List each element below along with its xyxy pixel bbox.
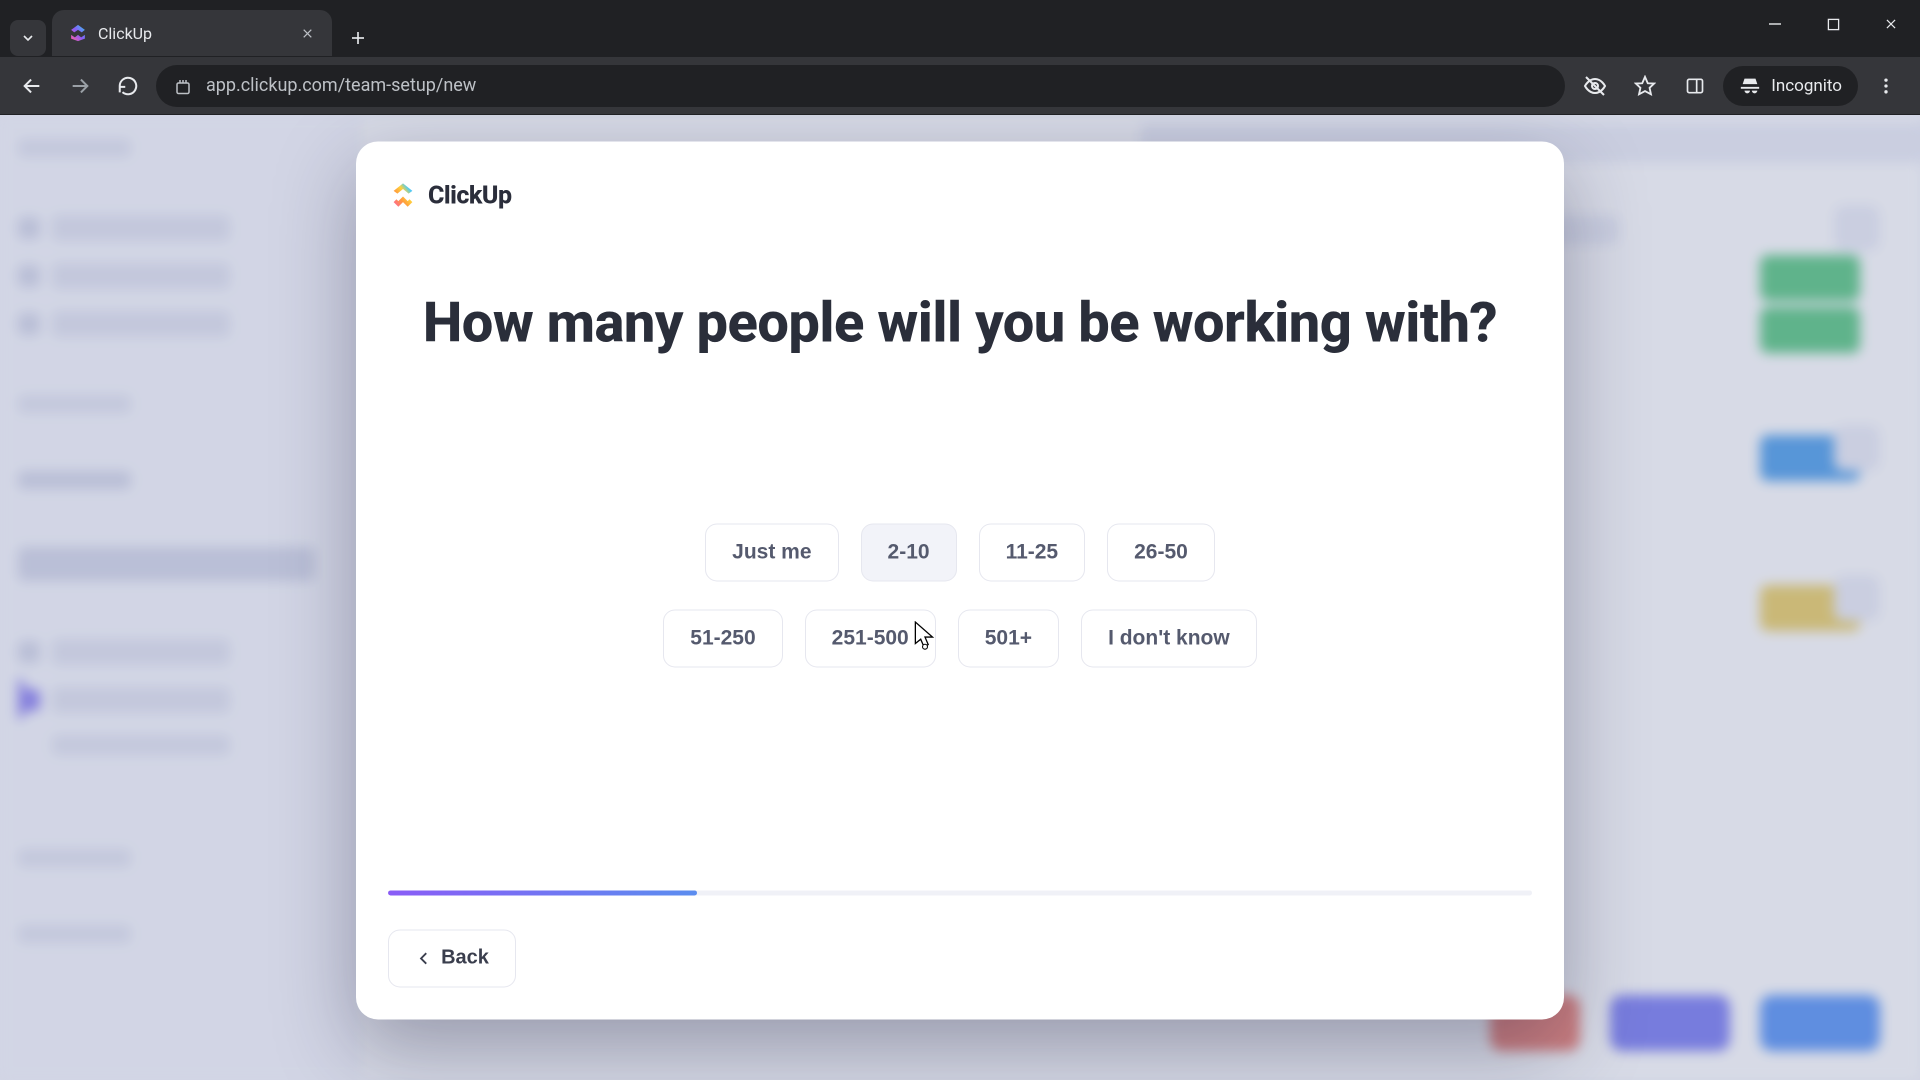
incognito-indicator[interactable]: Incognito (1723, 66, 1858, 106)
nav-back-button[interactable] (12, 66, 52, 106)
tab-close-button[interactable] (298, 24, 316, 42)
plus-icon (349, 29, 367, 47)
option-26-50[interactable]: 26-50 (1107, 523, 1215, 581)
progress-fill (388, 890, 697, 895)
onboarding-progress (388, 890, 1532, 895)
option-2-10[interactable]: 2-10 (861, 523, 957, 581)
incognito-label: Incognito (1771, 76, 1842, 96)
app-viewport: ClickUp How many people will you be work… (0, 115, 1920, 1080)
third-party-cookies-button[interactable] (1573, 64, 1617, 108)
window-close-button[interactable] (1862, 0, 1920, 48)
brand-name: ClickUp (428, 181, 512, 210)
window-minimize-button[interactable] (1746, 0, 1804, 48)
chevron-down-icon (20, 30, 36, 46)
clickup-logo: ClickUp (388, 181, 1532, 211)
clickup-logomark-icon (388, 181, 418, 211)
back-label: Back (441, 946, 489, 969)
clickup-favicon-icon (68, 23, 88, 43)
browser-toolbar: app.clickup.com/team-setup/new Incognito (0, 56, 1920, 114)
browser-menu-button[interactable] (1864, 64, 1908, 108)
option-51-250[interactable]: 51-250 (663, 609, 782, 667)
nav-forward-button[interactable] (60, 66, 100, 106)
onboarding-modal: ClickUp How many people will you be work… (356, 141, 1564, 1019)
browser-tab[interactable]: ClickUp (52, 10, 332, 56)
arrow-left-icon (21, 75, 43, 97)
close-icon (1884, 17, 1898, 31)
star-icon (1634, 75, 1656, 97)
back-button[interactable]: Back (388, 929, 516, 987)
option-501-plus[interactable]: 501+ (958, 609, 1059, 667)
panel-icon (1685, 76, 1705, 96)
options-row-1: Just me 2-10 11-25 26-50 (705, 523, 1215, 581)
onboarding-question: How many people will you be working with… (388, 289, 1532, 355)
toolbar-right: Incognito (1573, 64, 1908, 108)
url-bar[interactable]: app.clickup.com/team-setup/new (156, 65, 1565, 107)
close-icon (301, 27, 314, 40)
tab-title: ClickUp (98, 24, 288, 43)
option-just-me[interactable]: Just me (705, 523, 838, 581)
option-251-500[interactable]: 251-500 (805, 609, 936, 667)
reload-icon (117, 75, 139, 97)
incognito-icon (1739, 75, 1761, 97)
kebab-icon (1876, 76, 1896, 96)
maximize-icon (1827, 18, 1840, 31)
eye-off-icon (1583, 74, 1607, 98)
window-controls (1746, 0, 1920, 48)
side-panel-button[interactable] (1673, 64, 1717, 108)
tab-strip: ClickUp (0, 0, 1920, 56)
bookmark-button[interactable] (1623, 64, 1667, 108)
window-maximize-button[interactable] (1804, 0, 1862, 48)
chevron-left-icon (415, 949, 433, 967)
option-i-dont-know[interactable]: I don't know (1081, 609, 1257, 667)
team-size-options: Just me 2-10 11-25 26-50 51-250 251-500 … (388, 523, 1532, 667)
arrow-right-icon (69, 75, 91, 97)
url-text: app.clickup.com/team-setup/new (206, 75, 476, 96)
tab-search-button[interactable] (10, 20, 46, 56)
options-row-2: 51-250 251-500 501+ I don't know (663, 609, 1256, 667)
nav-reload-button[interactable] (108, 66, 148, 106)
option-11-25[interactable]: 11-25 (979, 523, 1086, 581)
new-tab-button[interactable] (340, 20, 376, 56)
site-info-icon[interactable] (174, 77, 192, 95)
minimize-icon (1768, 17, 1782, 31)
browser-chrome: ClickUp app.clickup. (0, 0, 1920, 115)
